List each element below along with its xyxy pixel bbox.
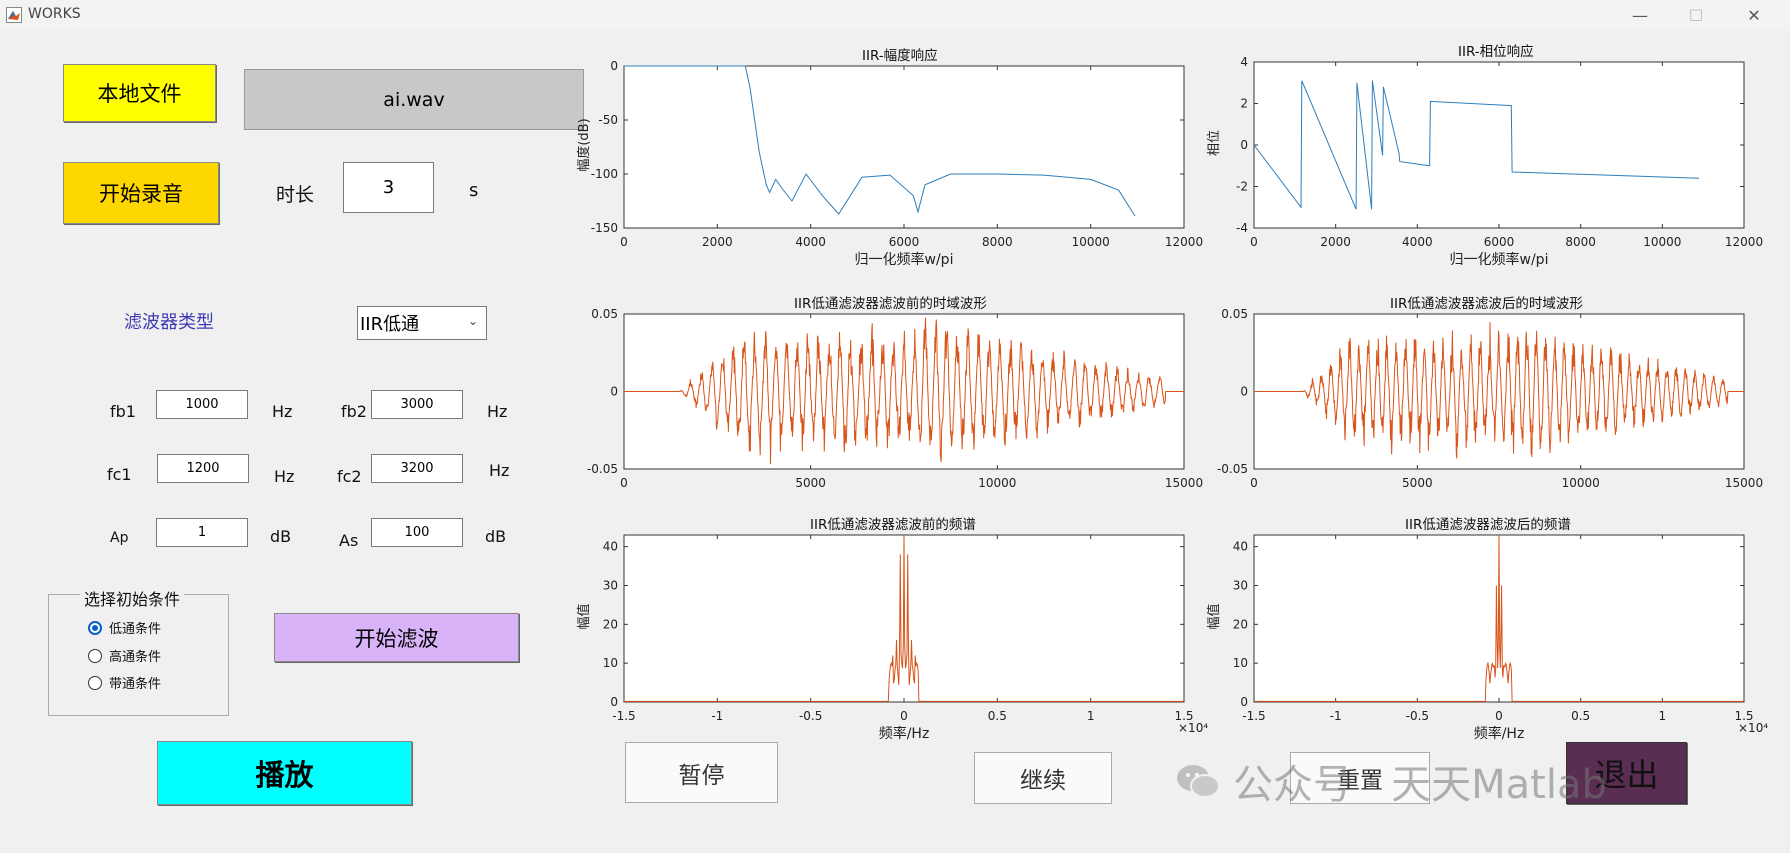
x-tick-label: 0	[900, 709, 908, 723]
x-tick-label: 0.5	[1571, 709, 1590, 723]
y-tick-label: 0.05	[591, 307, 618, 321]
x-tick-label: 1	[1659, 709, 1667, 723]
chart-title-spectrum-after: IIR低通滤波器滤波后的频谱	[1405, 517, 1571, 533]
y-tick-label: -0.05	[1217, 462, 1248, 476]
x-tick-label: -1	[711, 709, 723, 723]
chart-title-time-before: IIR低通滤波器滤波前的时域波形	[794, 296, 987, 312]
y-tick-label: -4	[1236, 221, 1248, 235]
x-multiplier-label: ×10⁴	[1178, 721, 1208, 735]
y-tick-label: 2	[1240, 97, 1248, 111]
y-tick-label: -50	[598, 113, 618, 127]
chart-title-magnitude: IIR-幅度响应	[862, 48, 938, 64]
x-tick-label: -1.5	[612, 709, 635, 723]
y-axis-label: 相位	[1207, 130, 1222, 156]
x-tick-label: 0	[620, 476, 628, 490]
y-tick-label: 10	[603, 656, 618, 670]
y-tick-label: 0	[1240, 695, 1248, 709]
plot-area	[623, 65, 1185, 229]
y-tick-label: 0.05	[1221, 307, 1248, 321]
x-tick-label: 8000	[1565, 235, 1596, 249]
x-tick-label: 0	[620, 235, 628, 249]
y-tick-label: -0.05	[587, 462, 618, 476]
y-tick-label: -2	[1236, 180, 1248, 194]
y-tick-label: 30	[1233, 578, 1248, 592]
x-tick-label: 0.5	[988, 709, 1007, 723]
x-multiplier-label: ×10⁴	[1738, 721, 1768, 735]
x-tick-label: 0	[1250, 476, 1258, 490]
y-tick-label: 0	[610, 59, 618, 73]
x-axis-label: 归一化频率w/pi	[1450, 251, 1549, 268]
charts-canvas: 0 2000 4000 6000 8000 10000 120000-50-100-150归…	[576, 55, 1768, 742]
y-tick-label: 30	[603, 578, 618, 592]
x-tick-label: 5000	[1402, 476, 1433, 490]
x-tick-label: 6000	[889, 235, 920, 249]
x-tick-label: 2000	[702, 235, 733, 249]
x-tick-label: 15000	[1165, 476, 1203, 490]
x-tick-label: 2000	[1320, 235, 1351, 249]
x-tick-label: 4000	[795, 235, 826, 249]
y-axis-label: 幅值	[1206, 603, 1222, 629]
x-tick-label: 10000	[978, 476, 1016, 490]
x-axis-label: 频率/Hz	[879, 725, 930, 742]
x-tick-label: 10000	[1562, 476, 1600, 490]
y-tick-label: 40	[603, 540, 618, 554]
x-tick-label: 1	[1087, 709, 1095, 723]
x-tick-label: 6000	[1484, 235, 1515, 249]
x-tick-label: -0.5	[1406, 709, 1429, 723]
x-axis-label: 频率/Hz	[1474, 725, 1525, 742]
y-tick-label: 10	[1233, 656, 1248, 670]
x-tick-label: 0	[1495, 709, 1503, 723]
x-tick-label: 10000	[1643, 235, 1681, 249]
x-tick-label: 12000	[1725, 235, 1763, 249]
y-tick-label: 0	[610, 695, 618, 709]
plot-area	[1253, 61, 1745, 229]
x-tick-label: -1	[1330, 709, 1342, 723]
chart-title-spectrum-before: IIR低通滤波器滤波前的频谱	[810, 517, 976, 533]
y-tick-label: 20	[1233, 617, 1248, 631]
y-tick-label: 20	[603, 617, 618, 631]
x-tick-label: 15000	[1725, 476, 1763, 490]
y-tick-label: 0	[1240, 138, 1248, 152]
y-tick-label: -100	[591, 167, 618, 181]
x-tick-label: 10000	[1072, 235, 1110, 249]
chart-title-time-after: IIR低通滤波器滤波后的时域波形	[1390, 296, 1583, 312]
y-tick-label: 40	[1233, 540, 1248, 554]
x-tick-label: 0	[1250, 235, 1258, 249]
x-tick-label: 5000	[795, 476, 826, 490]
y-tick-label: 0	[1240, 385, 1248, 399]
y-tick-label: 4	[1240, 55, 1248, 69]
x-tick-label: 8000	[982, 235, 1013, 249]
chart-title-phase: IIR-相位响应	[1458, 44, 1534, 60]
y-tick-label: 0	[610, 385, 618, 399]
x-tick-label: 12000	[1165, 235, 1203, 249]
y-tick-label: -150	[591, 221, 618, 235]
x-tick-label: 4000	[1402, 235, 1433, 249]
y-axis-label: 幅值	[576, 603, 592, 629]
y-axis-label: 幅度(dB)	[576, 118, 592, 171]
x-tick-label: -1.5	[1242, 709, 1265, 723]
x-tick-label: -0.5	[799, 709, 822, 723]
x-axis-label: 归一化频率w/pi	[855, 251, 954, 268]
